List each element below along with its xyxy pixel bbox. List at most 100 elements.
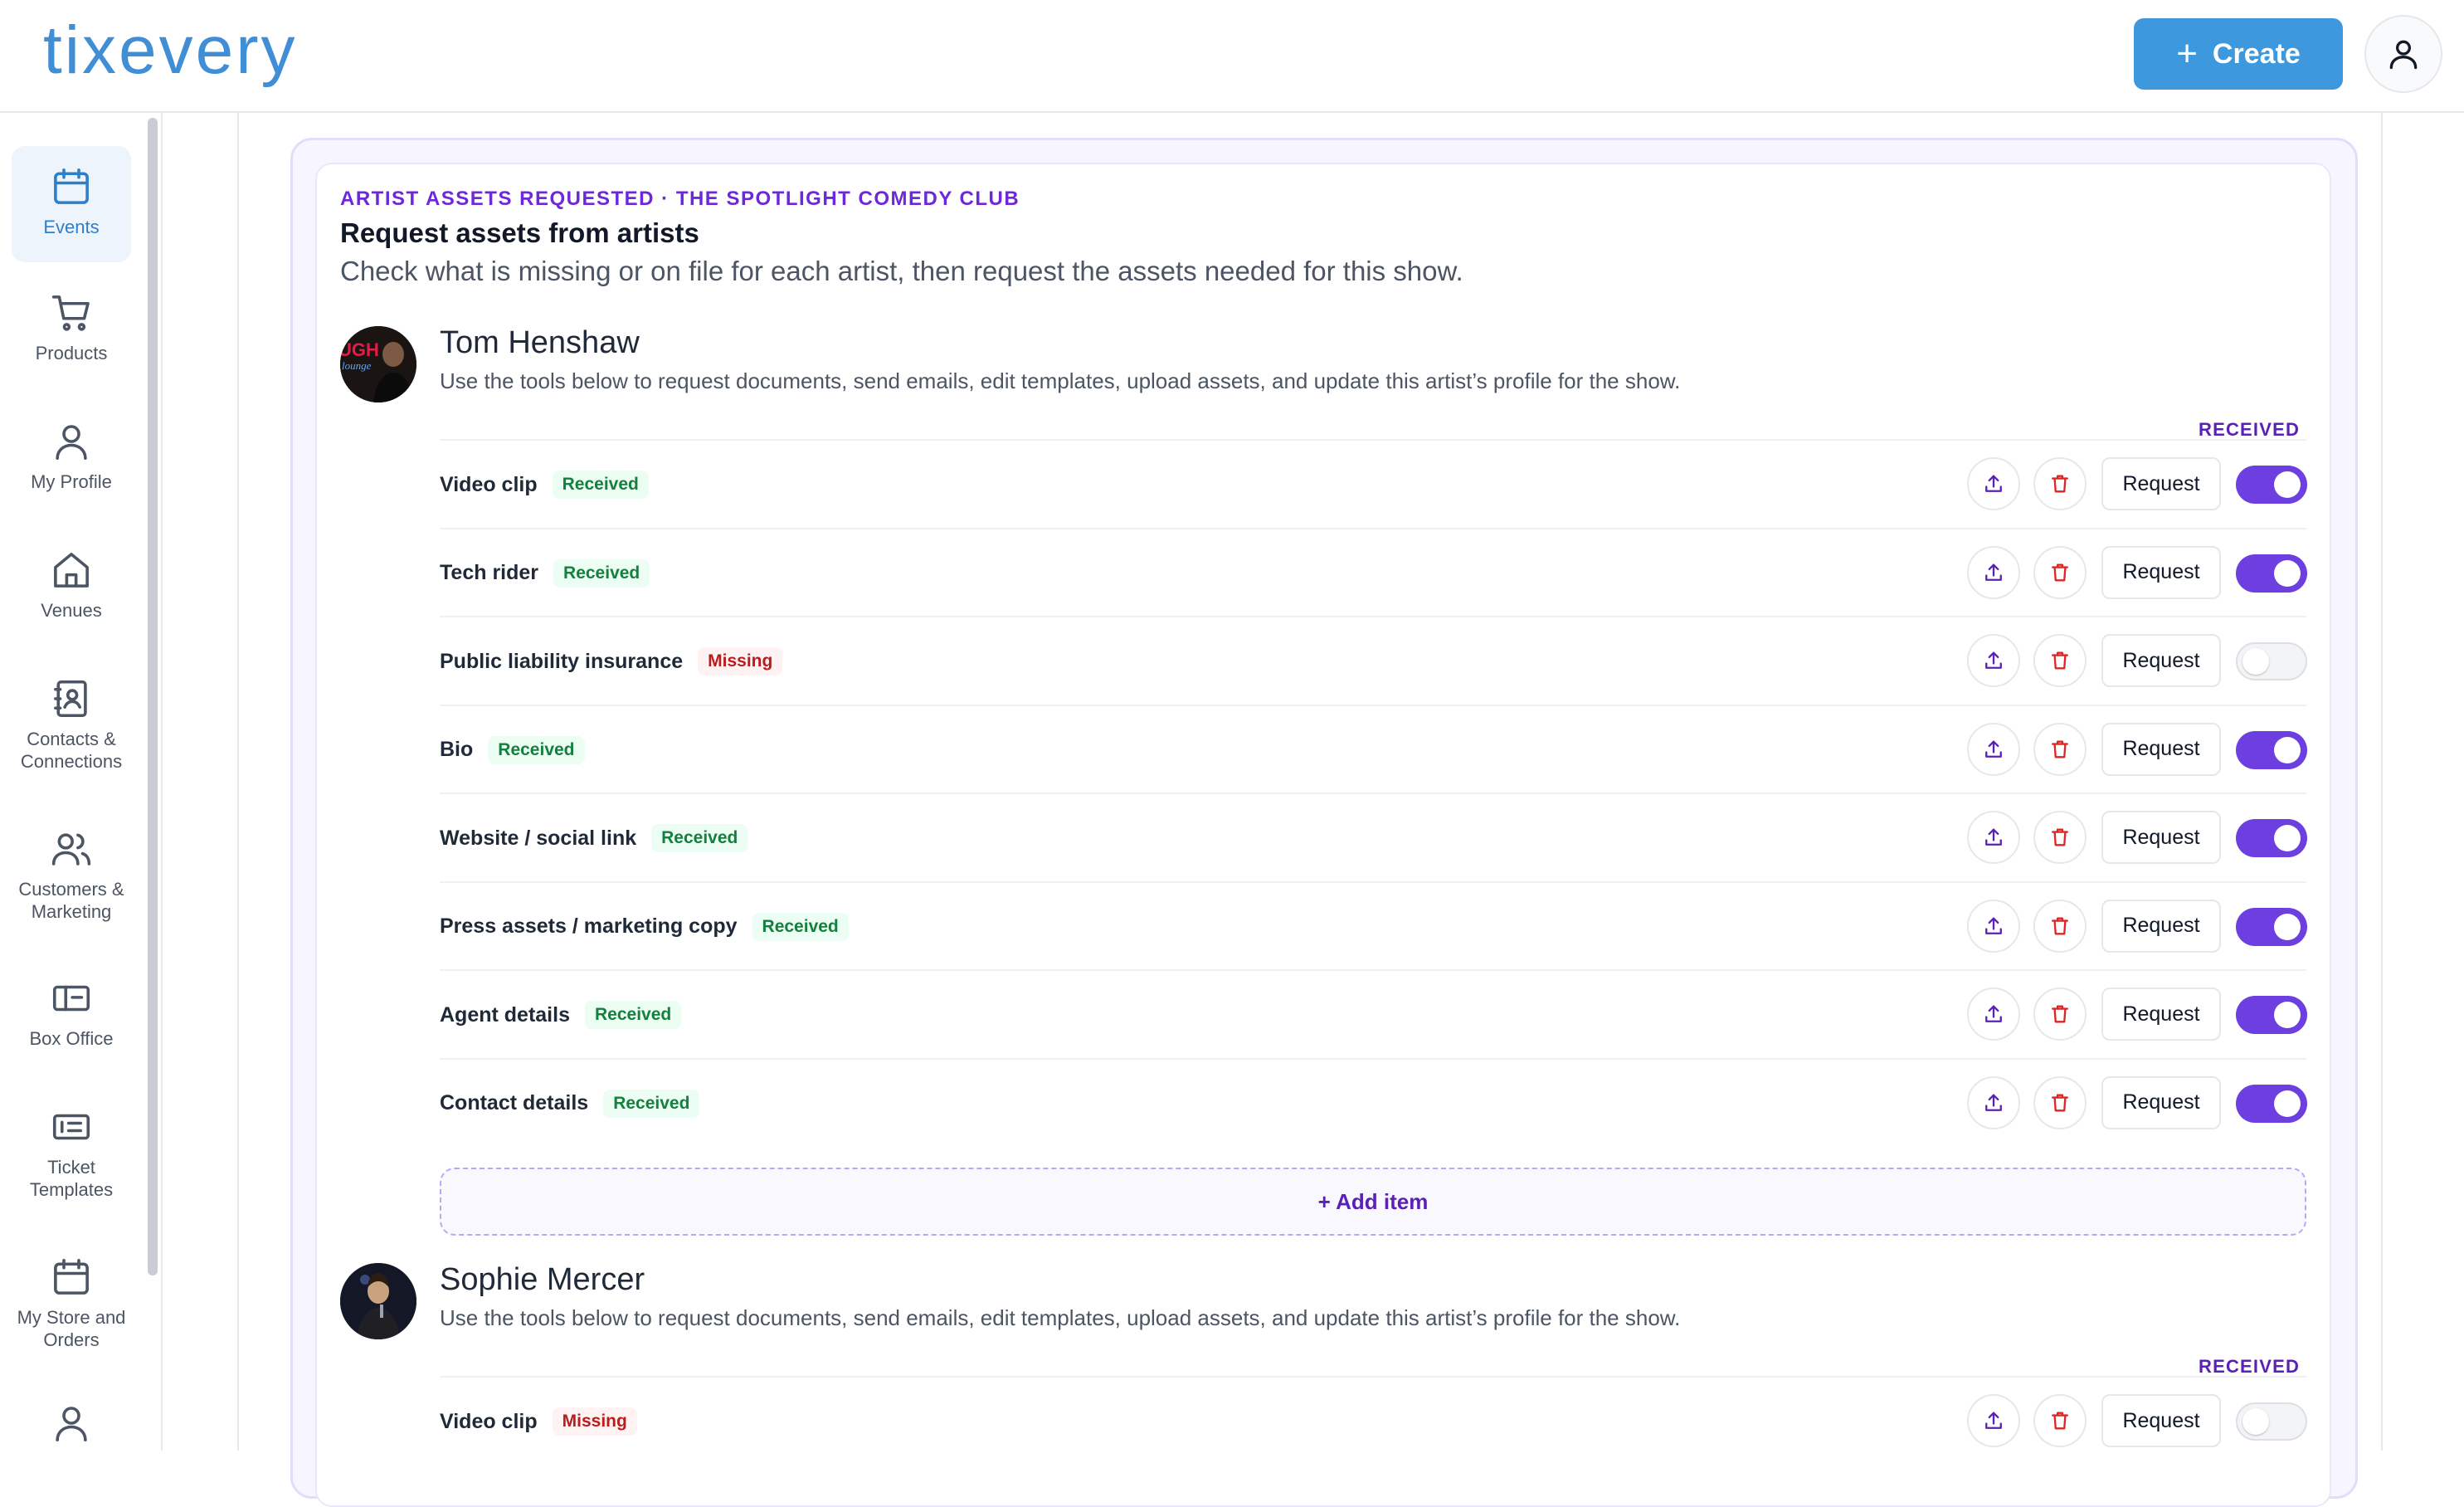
trash-icon (2052, 1412, 2068, 1430)
request-button[interactable]: Request (2101, 1394, 2221, 1447)
status-badge: Received (553, 558, 650, 588)
sidebar-item-label: My Profile (31, 471, 112, 492)
artist-avatar[interactable] (340, 1263, 416, 1339)
upload-button[interactable] (1967, 722, 2020, 776)
asset-label-group: Public liability insurance Missing (440, 647, 783, 675)
asset-row: Press assets / marketing copy Received Req… (440, 880, 2307, 970)
trash-icon (2052, 740, 2068, 758)
asset-row: Video clip Received Request (440, 439, 2307, 528)
toggle-knob (2274, 559, 2301, 587)
upload-icon (1985, 651, 2002, 669)
calendar-icon (54, 168, 89, 204)
toggle-knob (2242, 648, 2269, 675)
asset-toggle[interactable] (2236, 1084, 2307, 1123)
panel-subtitle: Check what is missing or on file for eac… (340, 256, 1463, 286)
asset-row: Agent details Received Request (440, 969, 2307, 1058)
user-menu-button[interactable] (2364, 15, 2442, 93)
add-item-button[interactable]: + Add item (440, 1168, 2306, 1236)
delete-button[interactable] (2033, 811, 2087, 864)
request-button[interactable]: Request (2101, 1075, 2221, 1129)
status-badge: Missing (552, 1407, 637, 1436)
asset-toggle[interactable] (2236, 466, 2307, 504)
trash-icon (2052, 1005, 2068, 1023)
store-icon (54, 1258, 89, 1295)
request-button[interactable]: Request (2101, 457, 2221, 510)
status-badge: Received (488, 735, 585, 764)
asset-toggle[interactable] (2236, 907, 2307, 946)
delete-button[interactable] (2033, 1394, 2087, 1447)
trash-icon (2052, 563, 2068, 581)
sidebar-item-label: Venues (41, 600, 102, 621)
top-bar: tixevery + Create (0, 0, 2464, 113)
toggle-knob (2274, 471, 2301, 498)
upload-button[interactable] (1967, 899, 2020, 953)
asset-toggle[interactable] (2236, 554, 2307, 593)
artist-photo (340, 1263, 416, 1339)
sidebar-item-more[interactable] (12, 1401, 131, 1452)
user-icon (2389, 40, 2418, 70)
sidebar-item-label: Ticket Templates (29, 1157, 114, 1200)
toggle-knob (2274, 1002, 2301, 1028)
create-button[interactable]: + Create (2134, 18, 2343, 90)
sidebar-item-box-office[interactable]: Box Office (12, 976, 131, 1050)
upload-button[interactable] (1967, 811, 2020, 864)
toggle-knob (2242, 1408, 2269, 1435)
delete-button[interactable] (2033, 457, 2087, 510)
asset-row: Bio Received Request (440, 704, 2307, 793)
sidebar-item-label: My Store and Orders (17, 1307, 126, 1350)
request-button[interactable]: Request (2101, 988, 2221, 1041)
asset-toggle[interactable] (2236, 819, 2307, 857)
request-button[interactable]: Request (2101, 811, 2221, 864)
asset-row: Public liability insurance Missing Request (440, 616, 2307, 705)
sidebar-item-ticket-templates[interactable]: Ticket Templates (12, 1105, 131, 1201)
sidebar-item-contacts[interactable]: Contacts & Connections (12, 676, 131, 773)
upload-icon (1985, 1005, 2002, 1022)
sidebar-item-my-profile[interactable]: My Profile (12, 419, 131, 493)
sidebar-scrollbar[interactable] (148, 118, 158, 1275)
toggle-knob (2274, 825, 2301, 851)
delete-button[interactable] (2033, 1075, 2087, 1129)
trash-icon (2052, 475, 2068, 493)
upload-icon (1985, 1412, 2002, 1429)
sidebar-item-venues[interactable]: Venues (12, 548, 131, 622)
upload-icon (1985, 740, 2002, 758)
artist-avatar[interactable]: UGH lounge (340, 326, 416, 402)
received-heading: RECEIVED (2199, 1356, 2301, 1377)
upload-button[interactable] (1967, 545, 2020, 599)
box-office-icon (52, 985, 90, 1012)
upload-button[interactable] (1967, 457, 2020, 510)
upload-button[interactable] (1967, 988, 2020, 1041)
trash-icon (2052, 828, 2068, 846)
upload-icon (1985, 917, 2002, 934)
asset-row: Website / social link Received Request (440, 793, 2307, 881)
asset-toggle[interactable] (2236, 1402, 2307, 1441)
app-logo[interactable]: tixevery (43, 12, 298, 90)
asset-toggle[interactable] (2236, 730, 2307, 769)
delete-button[interactable] (2033, 545, 2087, 599)
toggle-knob (2274, 1090, 2301, 1117)
upload-button[interactable] (1967, 1075, 2020, 1129)
sidebar-item-customers[interactable]: Customers & Marketing (12, 827, 131, 923)
delete-button[interactable] (2033, 899, 2087, 953)
sidebar-item-store[interactable]: My Store and Orders (12, 1255, 131, 1351)
upload-icon (1985, 1094, 2002, 1111)
request-button[interactable]: Request (2101, 634, 2221, 687)
upload-button[interactable] (1967, 634, 2020, 687)
delete-button[interactable] (2033, 988, 2087, 1041)
delete-button[interactable] (2033, 722, 2087, 776)
sidebar-item-products[interactable]: Products (12, 290, 131, 364)
create-button-label: Create (2212, 37, 2301, 70)
panel-title: Request assets from artists (340, 217, 699, 248)
asset-label-group: Agent details Received (440, 1001, 682, 1029)
asset-toggle[interactable] (2236, 642, 2307, 680)
sidebar-item-events[interactable]: Events (12, 146, 131, 262)
request-button[interactable]: Request (2101, 722, 2221, 776)
asset-label: Public liability insurance (440, 649, 684, 673)
upload-button[interactable] (1967, 1394, 2020, 1447)
asset-toggle[interactable] (2236, 996, 2307, 1034)
user-icon (56, 425, 87, 461)
request-button[interactable]: Request (2101, 899, 2221, 953)
request-button[interactable]: Request (2101, 545, 2221, 599)
toggle-knob (2274, 913, 2301, 940)
delete-button[interactable] (2033, 634, 2087, 687)
